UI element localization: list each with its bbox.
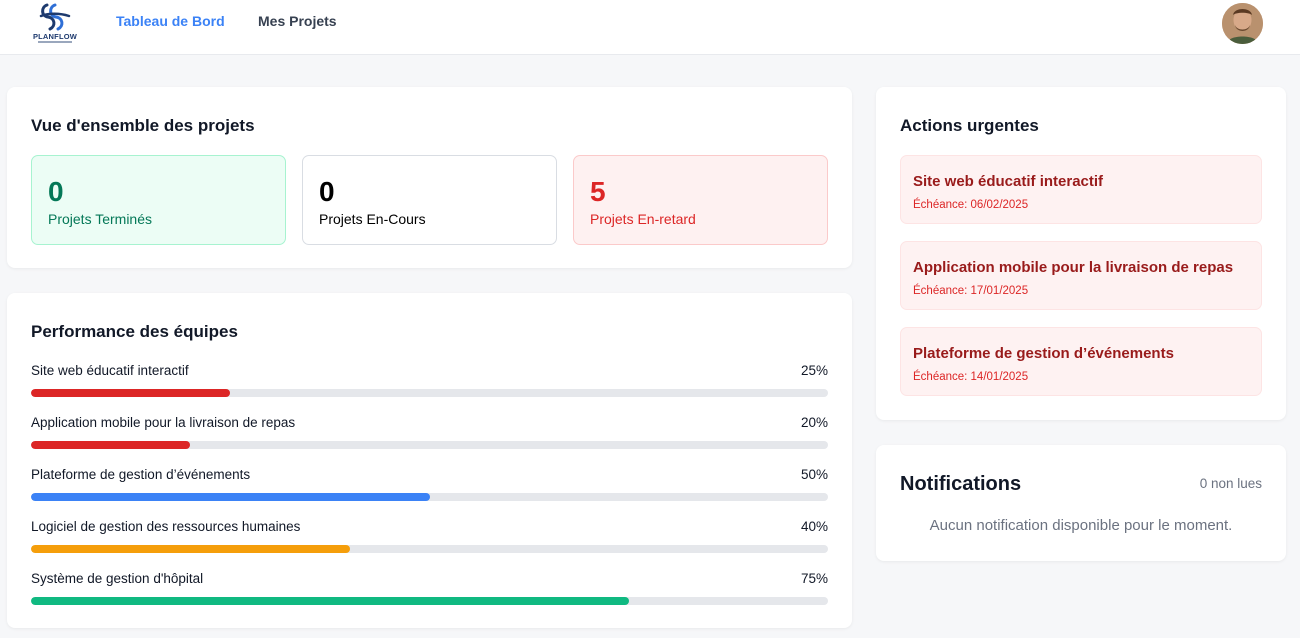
- performance-percent: 50%: [800, 467, 828, 482]
- stat-value: 5: [590, 176, 606, 207]
- top-navbar: PLANFLOW Tableau de Bord Mes Projets: [0, 0, 1300, 55]
- unread-count-badge: 0 non lues: [1199, 476, 1262, 491]
- performance-project-name: Logiciel de gestion des ressources humai…: [31, 519, 301, 534]
- progress-track: [31, 545, 828, 553]
- urgent-item-title: Plateforme de gestion d’événements: [913, 345, 1174, 362]
- performance-row: Application mobile pour la livraison de …: [31, 415, 828, 455]
- performance-project-name: Plateforme de gestion d’événements: [31, 467, 251, 482]
- stat-label: Projets En-retard: [590, 211, 696, 227]
- performance-row: Site web éducatif interactif 25%: [31, 363, 828, 403]
- stat-ongoing-projects[interactable]: 0 Projets En-Cours: [302, 155, 557, 245]
- progress-track: [31, 597, 828, 605]
- performance-percent: 25%: [800, 363, 828, 378]
- stat-label: Projets Terminés: [48, 211, 153, 227]
- progress-track: [31, 441, 828, 449]
- notifications-card: Notifications 0 non lues Aucun notificat…: [876, 445, 1286, 561]
- user-avatar[interactable]: [1222, 3, 1263, 44]
- stat-late-projects[interactable]: 5 Projets En-retard: [573, 155, 828, 245]
- progress-fill: [31, 389, 231, 397]
- urgent-item-due-date: Échéance: 06/02/2025: [913, 199, 1029, 211]
- urgent-item-due-date: Échéance: 14/01/2025: [913, 371, 1029, 383]
- stat-value: 0: [48, 176, 64, 207]
- progress-fill: [31, 493, 430, 501]
- performance-row: Logiciel de gestion des ressources humai…: [31, 519, 828, 559]
- progress-track: [31, 389, 828, 397]
- performance-percent: 20%: [800, 415, 828, 430]
- progress-fill: [31, 597, 629, 605]
- performance-project-name: Site web éducatif interactif: [31, 363, 189, 378]
- urgent-item[interactable]: Site web éducatif interactif Échéance: 0…: [900, 155, 1262, 224]
- stat-value: 0: [319, 176, 335, 207]
- logo-mark-icon: [39, 3, 71, 31]
- notifications-empty-message: Aucun notification disponible pour le mo…: [929, 517, 1233, 534]
- nav-link-dashboard[interactable]: Tableau de Bord: [116, 13, 225, 29]
- planflow-logo[interactable]: PLANFLOW: [28, 2, 82, 46]
- urgent-item-title: Application mobile pour la livraison de …: [913, 259, 1234, 276]
- team-performance-card: Performance des équipes Site web éducati…: [7, 293, 852, 628]
- progress-fill: [31, 441, 191, 449]
- urgent-item-due-date: Échéance: 17/01/2025: [913, 285, 1029, 297]
- performance-percent: 40%: [800, 519, 828, 534]
- overview-title: Vue d'ensemble des projets: [31, 116, 255, 135]
- stat-label: Projets En-Cours: [319, 211, 426, 227]
- stat-completed-projects[interactable]: 0 Projets Terminés: [31, 155, 286, 245]
- performance-title: Performance des équipes: [31, 322, 238, 341]
- performance-percent: 75%: [800, 571, 828, 586]
- nav-link-my-projects[interactable]: Mes Projets: [258, 13, 337, 29]
- performance-project-name: Application mobile pour la livraison de …: [31, 415, 296, 430]
- avatar-photo-icon: [1222, 3, 1263, 44]
- progress-track: [31, 493, 828, 501]
- notifications-title: Notifications: [900, 473, 1022, 495]
- logo-tagline-decoration: [38, 41, 72, 43]
- performance-project-name: Système de gestion d'hôpital: [31, 571, 204, 586]
- urgent-actions-card: Actions urgentes Site web éducatif inter…: [876, 87, 1286, 420]
- logo-text: PLANFLOW: [32, 32, 78, 41]
- urgent-item-title: Site web éducatif interactif: [913, 173, 1104, 190]
- urgent-item[interactable]: Plateforme de gestion d’événements Échéa…: [900, 327, 1262, 396]
- projects-overview-card: Vue d'ensemble des projets 0 Projets Ter…: [7, 87, 852, 268]
- urgent-item[interactable]: Application mobile pour la livraison de …: [900, 241, 1262, 310]
- performance-row: Système de gestion d'hôpital 75%: [31, 571, 828, 611]
- urgent-title: Actions urgentes: [900, 116, 1039, 135]
- performance-row: Plateforme de gestion d’événements 50%: [31, 467, 828, 507]
- progress-fill: [31, 545, 350, 553]
